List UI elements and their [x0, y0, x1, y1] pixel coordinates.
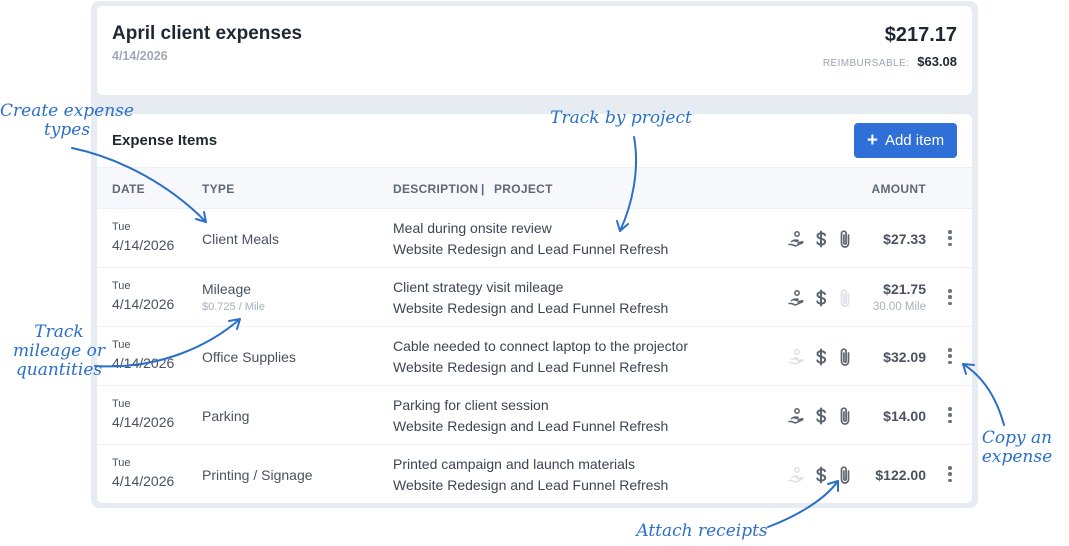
- reimbursable-icon[interactable]: [786, 465, 806, 485]
- row-project: Website Redesign and Lead Funnel Refresh: [393, 300, 669, 316]
- paperclip-icon[interactable]: [835, 229, 855, 249]
- row-description: Printed campaign and launch materials: [393, 456, 636, 472]
- paperclip-icon[interactable]: [835, 288, 855, 308]
- expense-row[interactable]: Tue 4/14/2026 Office Supplies Cable need…: [97, 327, 972, 386]
- expense-row[interactable]: Tue 4/14/2026 Printing / Signage Printed…: [97, 445, 972, 503]
- annotation-track-project: Track by project: [550, 108, 692, 128]
- row-day: Tue: [112, 221, 131, 233]
- column-amount: AMOUNT: [871, 182, 926, 196]
- row-description: Cable needed to connect laptop to the pr…: [393, 338, 688, 354]
- kebab-menu-icon[interactable]: [945, 464, 955, 484]
- kebab-menu-icon[interactable]: [945, 287, 955, 307]
- row-date: 4/14/2026: [112, 473, 175, 489]
- paperclip-icon[interactable]: [835, 406, 855, 426]
- row-amount: $21.75: [883, 281, 926, 297]
- row-day: Tue: [112, 457, 131, 469]
- annotation-create-types: Create expense types: [0, 101, 134, 140]
- row-date: 4/14/2026: [112, 355, 175, 371]
- annotation-copy-expense: Copy an expense: [981, 428, 1053, 467]
- expense-row[interactable]: Tue 4/14/2026 Parking Parking for client…: [97, 386, 972, 445]
- plus-icon: +: [866, 130, 878, 151]
- row-type: Office Supplies: [202, 349, 296, 365]
- reimbursable-icon[interactable]: [786, 406, 806, 426]
- row-quantity: 30.00 Mile: [872, 301, 926, 313]
- row-amount: $27.33: [883, 231, 926, 247]
- table-header: DATE TYPE DESCRIPTION | PROJECT AMOUNT: [97, 167, 972, 209]
- row-type: Printing / Signage: [202, 467, 313, 483]
- kebab-menu-icon[interactable]: [945, 228, 955, 248]
- row-project: Website Redesign and Lead Funnel Refresh: [393, 477, 669, 493]
- reimbursable-icon[interactable]: [786, 229, 806, 249]
- row-day: Tue: [112, 398, 131, 410]
- kebab-menu-icon[interactable]: [945, 346, 955, 366]
- reimbursable-value: $63.08: [917, 54, 957, 69]
- annotation-track-mileage: Track mileage or quantities: [13, 322, 105, 380]
- row-project: Website Redesign and Lead Funnel Refresh: [393, 359, 669, 375]
- dollar-icon[interactable]: [811, 288, 831, 308]
- row-amount: $122.00: [875, 467, 926, 483]
- row-date: 4/14/2026: [112, 414, 175, 430]
- row-day: Tue: [112, 280, 131, 292]
- expense-report-summary: April client expenses 4/14/2026 $217.17 …: [97, 6, 972, 95]
- row-amount: $14.00: [883, 408, 926, 424]
- row-project: Website Redesign and Lead Funnel Refresh: [393, 241, 669, 257]
- dollar-icon[interactable]: [811, 347, 831, 367]
- paperclip-icon[interactable]: [835, 465, 855, 485]
- kebab-menu-icon[interactable]: [945, 405, 955, 425]
- expense-row[interactable]: Tue 4/14/2026 Client Meals Meal during o…: [97, 209, 972, 268]
- column-separator: |: [481, 182, 485, 196]
- reimbursable-label: REIMBURSABLE:: [822, 58, 910, 69]
- row-description: Parking for client session: [393, 397, 549, 413]
- row-project: Website Redesign and Lead Funnel Refresh: [393, 418, 669, 434]
- expense-items-card: Expense Items + Add item DATE TYPE DESCR…: [97, 114, 972, 503]
- dollar-icon[interactable]: [811, 465, 831, 485]
- row-description: Client strategy visit mileage: [393, 279, 564, 295]
- reimbursable-icon[interactable]: [786, 288, 806, 308]
- dollar-icon[interactable]: [811, 406, 831, 426]
- row-date: 4/14/2026: [112, 296, 175, 312]
- reimbursable-icon[interactable]: [786, 347, 806, 367]
- report-date: 4/14/2026: [112, 49, 168, 63]
- row-amount: $32.09: [883, 349, 926, 365]
- column-date: DATE: [112, 182, 145, 196]
- report-title: April client expenses: [112, 23, 303, 44]
- row-type: Parking: [202, 408, 250, 424]
- row-type-rate: $0.725 / Mile: [202, 301, 265, 313]
- add-item-label: Add item: [884, 132, 945, 149]
- dollar-icon[interactable]: [811, 229, 831, 249]
- expense-row[interactable]: Tue 4/14/2026 Mileage $0.725 / Mile Clie…: [97, 268, 972, 327]
- column-type: TYPE: [202, 182, 235, 196]
- column-project: PROJECT: [494, 182, 553, 196]
- add-item-button[interactable]: + Add item: [854, 123, 957, 158]
- row-type: Client Meals: [202, 231, 280, 247]
- row-type: Mileage: [202, 281, 252, 297]
- column-description: DESCRIPTION: [393, 182, 479, 196]
- annotation-attach-receipts: Attach receipts: [636, 521, 768, 541]
- paperclip-icon[interactable]: [835, 347, 855, 367]
- report-total: $217.17: [884, 24, 957, 46]
- row-description: Meal during onsite review: [393, 220, 552, 236]
- reimbursable-summary: REIMBURSABLE: $63.08: [823, 54, 957, 69]
- row-date: 4/14/2026: [112, 237, 175, 253]
